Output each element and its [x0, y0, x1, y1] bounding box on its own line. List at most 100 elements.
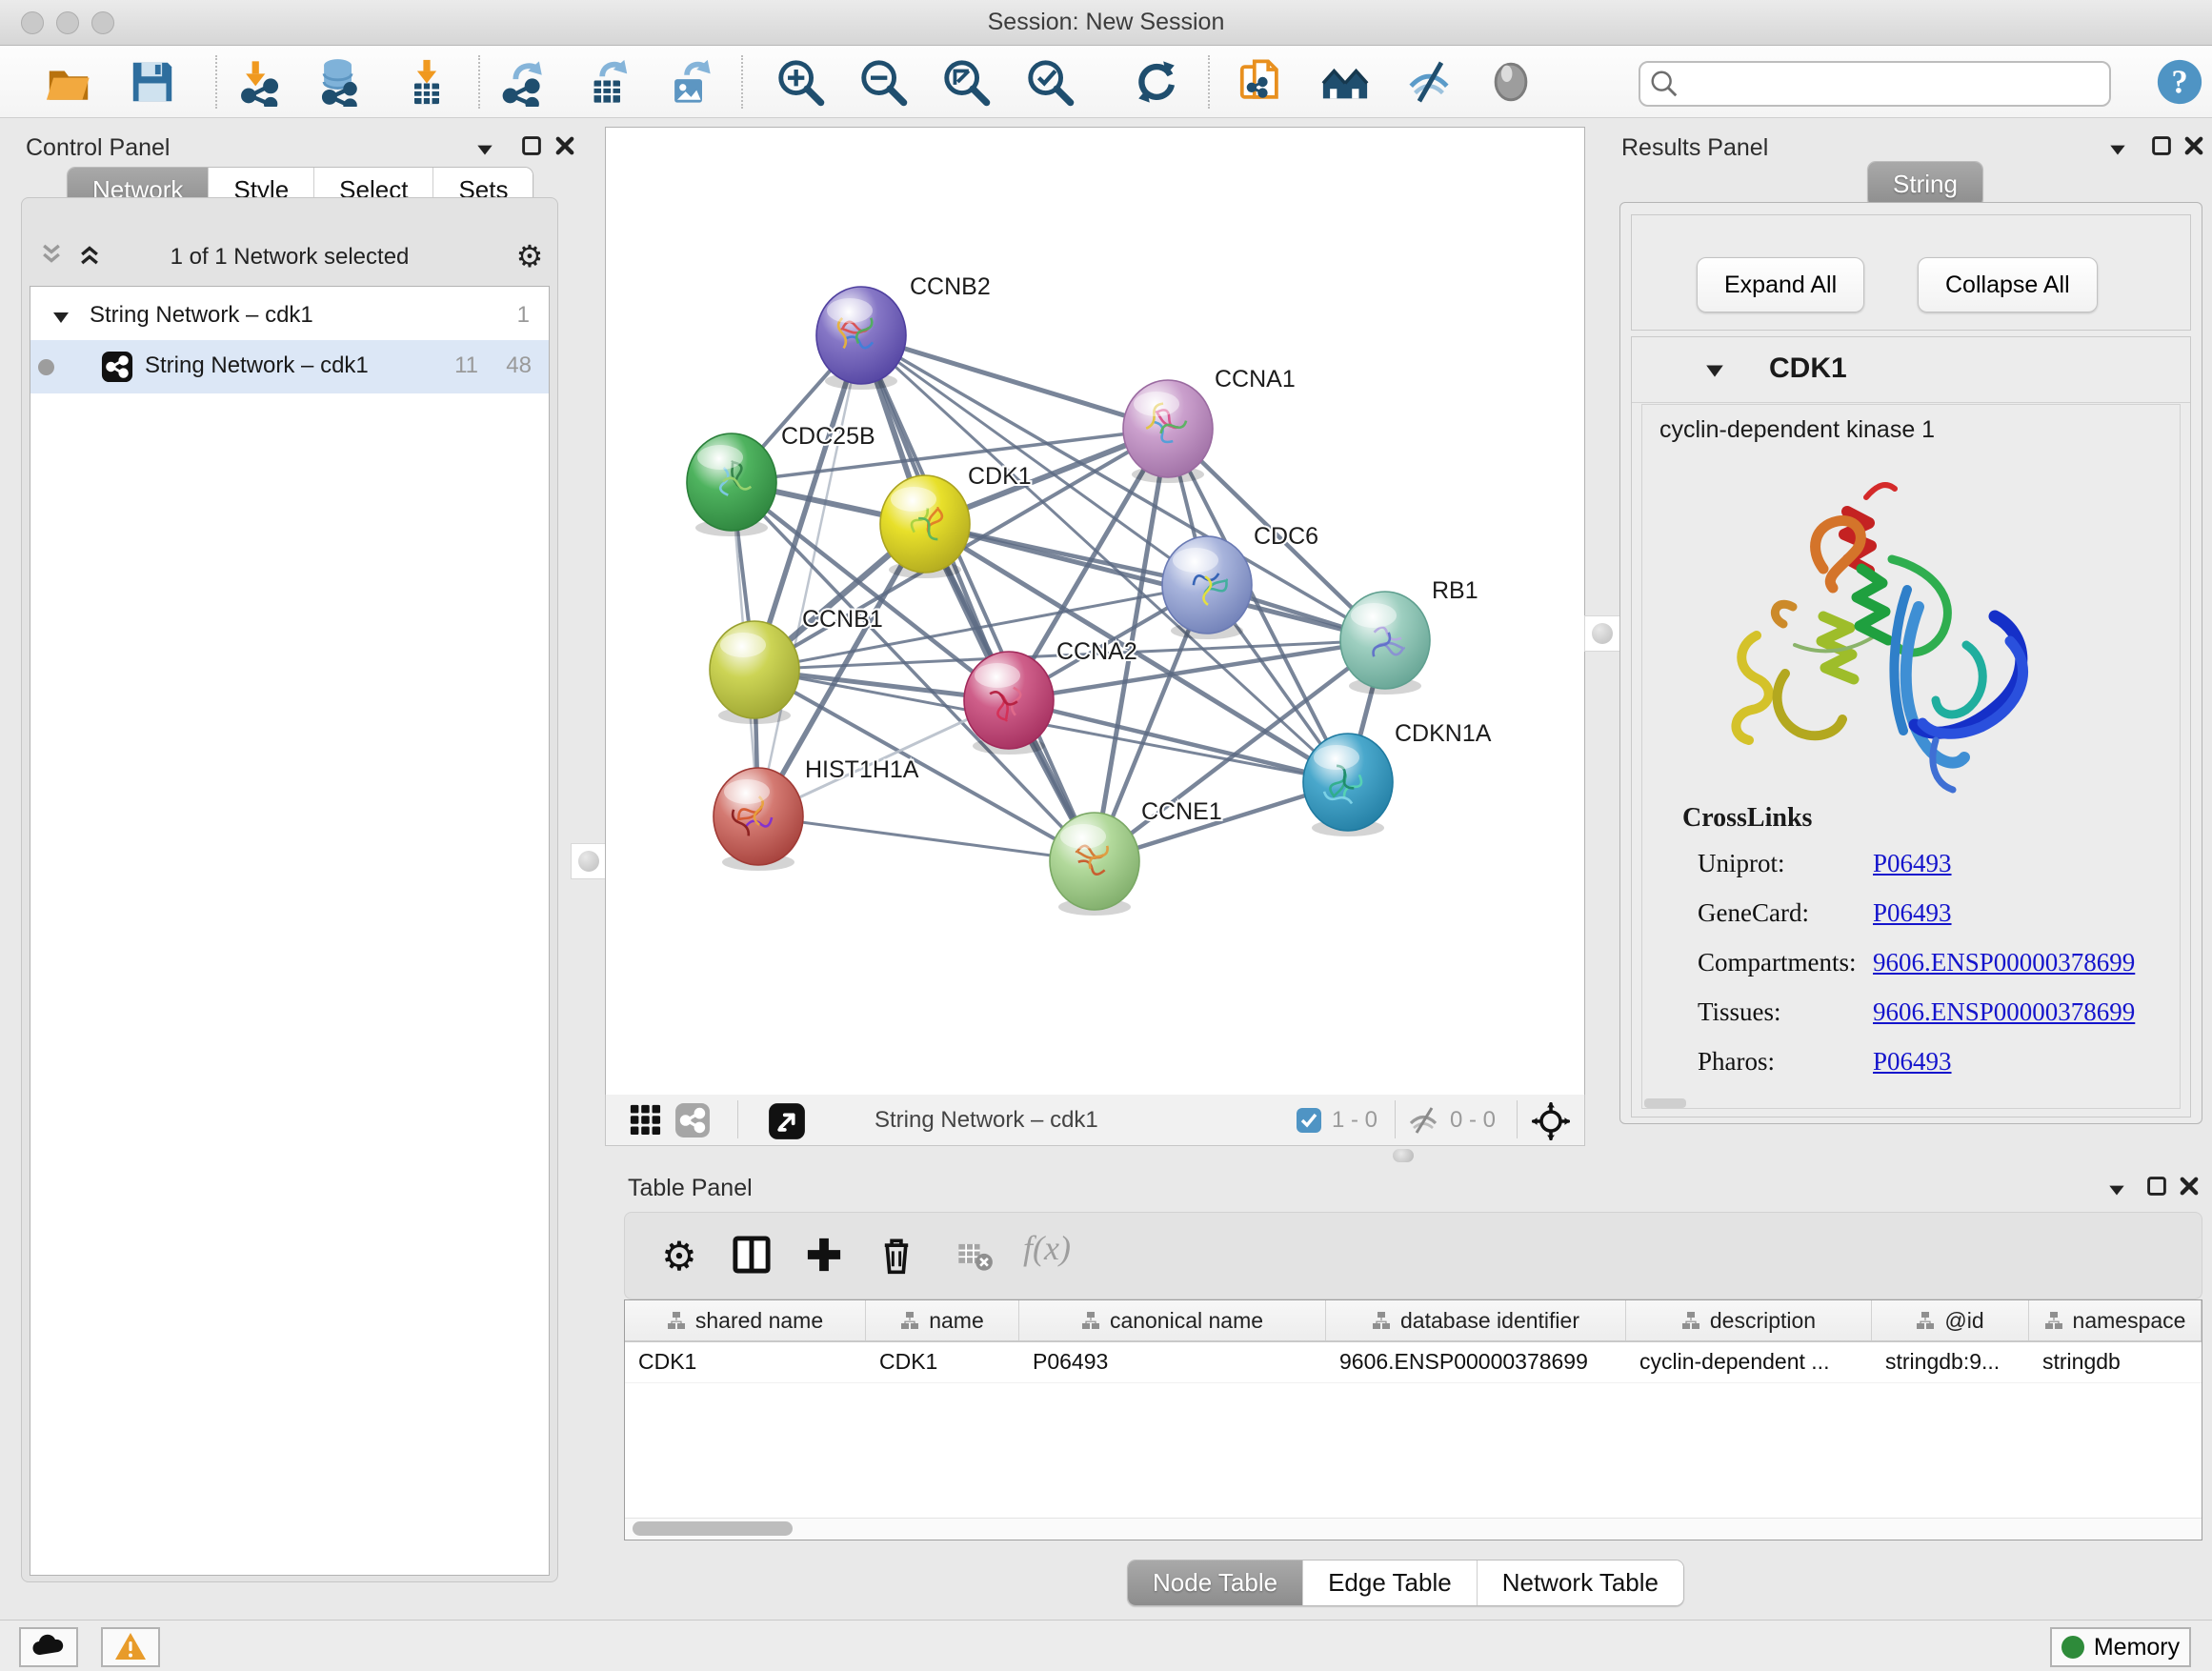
network-canvas[interactable]: CCNB2CCNA1CDC25BCDK1CDC6RB1CCNB1CCNA2CDK…: [605, 127, 1585, 1096]
warning-status-button[interactable]: [101, 1627, 160, 1667]
cell-id[interactable]: stringdb:9...: [1872, 1342, 2029, 1382]
zoom-out-button[interactable]: [858, 57, 908, 107]
column-header[interactable]: shared name: [625, 1300, 866, 1340]
float-panel-icon[interactable]: [2103, 138, 2132, 167]
gene-collapse-icon[interactable]: [1704, 360, 1725, 381]
refresh-view-button[interactable]: [1132, 57, 1181, 107]
collection-expand-icon[interactable]: [51, 308, 70, 327]
memory-button[interactable]: Memory: [2050, 1627, 2191, 1667]
network-edge[interactable]: [758, 816, 1095, 861]
show-glass-style-button[interactable]: [1486, 57, 1536, 107]
string-home-button[interactable]: [1320, 57, 1370, 107]
protein-structure-image: [1680, 454, 2061, 826]
zoom-fit-button[interactable]: [941, 57, 991, 107]
view-grid-button[interactable]: [627, 1102, 663, 1138]
help-button[interactable]: ?: [2155, 57, 2204, 107]
maximize-panel-icon[interactable]: [2142, 1175, 2171, 1203]
column-label: database identifier: [1400, 1308, 1579, 1334]
network-node-CDKN1A[interactable]: CDKN1A: [1303, 720, 1492, 836]
column-header[interactable]: database identifier: [1326, 1300, 1626, 1340]
results-hscroll-thumb[interactable]: [1644, 1098, 1686, 1108]
crosslink-compartments-link[interactable]: 9606.ENSP00000378699: [1873, 948, 2135, 977]
cell-name[interactable]: CDK1: [866, 1342, 1019, 1382]
network-node-CDC6[interactable]: CDC6: [1162, 523, 1318, 639]
import-table-button[interactable]: [402, 57, 452, 107]
table-options-gear-icon[interactable]: ⚙: [654, 1230, 705, 1281]
function-builder-button[interactable]: f(x): [1023, 1228, 1071, 1268]
tab-string[interactable]: String: [1868, 162, 1982, 207]
delete-column-button[interactable]: [871, 1230, 922, 1281]
crosslink-genecard-link[interactable]: P06493: [1873, 898, 1952, 928]
network-edge[interactable]: [861, 335, 1168, 429]
show-columns-button[interactable]: [726, 1230, 777, 1281]
crosslink-tissues-link[interactable]: 9606.ENSP00000378699: [1873, 997, 2135, 1027]
selected-checkbox-icon[interactable]: [1296, 1107, 1322, 1134]
left-splitter-handle[interactable]: [571, 843, 607, 879]
table-hscroll-thumb[interactable]: [633, 1521, 793, 1536]
network-edge[interactable]: [758, 335, 861, 816]
column-header[interactable]: @id: [1872, 1300, 2029, 1340]
share-document-button[interactable]: [1237, 57, 1286, 107]
view-network-button[interactable]: [674, 1102, 711, 1138]
export-image-button[interactable]: [665, 57, 714, 107]
birdseye-view-button[interactable]: [1532, 1102, 1568, 1138]
import-table-icon: [402, 57, 452, 107]
cell-namespace[interactable]: stringdb: [2029, 1342, 2202, 1382]
cloud-status-button[interactable]: [19, 1627, 78, 1667]
open-session-button[interactable]: [44, 57, 93, 107]
cytoscape-window: Session: New Session ? Control Panel: [0, 0, 2212, 1671]
results-panel-tabs: String: [1867, 161, 1983, 208]
column-header[interactable]: description: [1626, 1300, 1872, 1340]
network-row-selected[interactable]: String Network – cdk1 11 48: [30, 340, 549, 393]
cell-canonical-name[interactable]: P06493: [1019, 1342, 1326, 1382]
crosslink-label: Uniprot:: [1698, 849, 1785, 878]
node-label-CDK1: CDK1: [968, 463, 1032, 490]
hidden-eye-slash-icon[interactable]: [1406, 1103, 1440, 1137]
cell-shared-name[interactable]: CDK1: [625, 1342, 866, 1382]
export-network-button[interactable]: [499, 57, 549, 107]
collapse-all-button[interactable]: Collapse All: [1918, 257, 2098, 312]
tab-node-table[interactable]: Node Table: [1128, 1560, 1303, 1605]
crosslink-pharos-link[interactable]: P06493: [1873, 1047, 1952, 1077]
export-table-button[interactable]: [583, 57, 633, 107]
import-network-database-button[interactable]: [314, 57, 364, 107]
question-icon: ?: [2155, 57, 2204, 107]
tab-network-table[interactable]: Network Table: [1478, 1560, 1683, 1605]
add-column-button[interactable]: [798, 1230, 850, 1281]
float-panel-icon[interactable]: [471, 138, 499, 167]
column-header[interactable]: namespace: [2029, 1300, 2202, 1340]
tab-edge-table[interactable]: Edge Table: [1303, 1560, 1478, 1605]
network-options-gear-icon[interactable]: ⚙: [515, 238, 544, 267]
import-network-file-button[interactable]: [236, 57, 286, 107]
close-panel-icon[interactable]: [2175, 1175, 2203, 1203]
float-panel-icon[interactable]: [2102, 1178, 2131, 1207]
zoom-selected-button[interactable]: [1025, 57, 1075, 107]
cell-description[interactable]: cyclin-dependent ...: [1626, 1342, 1872, 1382]
close-panel-icon[interactable]: [551, 134, 579, 163]
search-input[interactable]: [1682, 67, 2096, 99]
network-node-CCNA1[interactable]: CCNA1: [1123, 366, 1296, 483]
network-node-RB1[interactable]: RB1: [1340, 577, 1478, 695]
maximize-panel-icon[interactable]: [517, 134, 546, 163]
warning-icon: [114, 1632, 147, 1661]
network-node-HIST1H1A[interactable]: HIST1H1A: [714, 756, 919, 871]
gene-header-row[interactable]: CDK1: [1632, 337, 2190, 403]
delete-table-button[interactable]: [949, 1230, 1000, 1281]
maximize-panel-icon[interactable]: [2147, 134, 2176, 163]
zoom-fit-icon: [941, 57, 991, 107]
crosslink-uniprot-link[interactable]: P06493: [1873, 849, 1952, 878]
hide-glass-style-button[interactable]: [1404, 57, 1454, 107]
zoom-in-button[interactable]: [775, 57, 825, 107]
network-collection-row[interactable]: String Network – cdk1 1: [30, 294, 549, 340]
close-panel-icon[interactable]: [2180, 134, 2208, 163]
table-hscrollbar[interactable]: [625, 1518, 2202, 1540]
expand-all-button[interactable]: Expand All: [1697, 257, 1864, 312]
string-results-container: Expand All Collapse All CDK1 cyclin-depe…: [1619, 202, 2202, 1124]
table-row[interactable]: CDK1 CDK1 P06493 9606.ENSP00000378699 cy…: [625, 1342, 2202, 1383]
save-session-button[interactable]: [128, 57, 177, 107]
cell-database-identifier[interactable]: 9606.ENSP00000378699: [1326, 1342, 1626, 1382]
detach-view-button[interactable]: [768, 1102, 804, 1138]
svg-text:?: ?: [2171, 65, 2187, 101]
column-header[interactable]: name: [866, 1300, 1019, 1340]
column-header[interactable]: canonical name: [1019, 1300, 1326, 1340]
